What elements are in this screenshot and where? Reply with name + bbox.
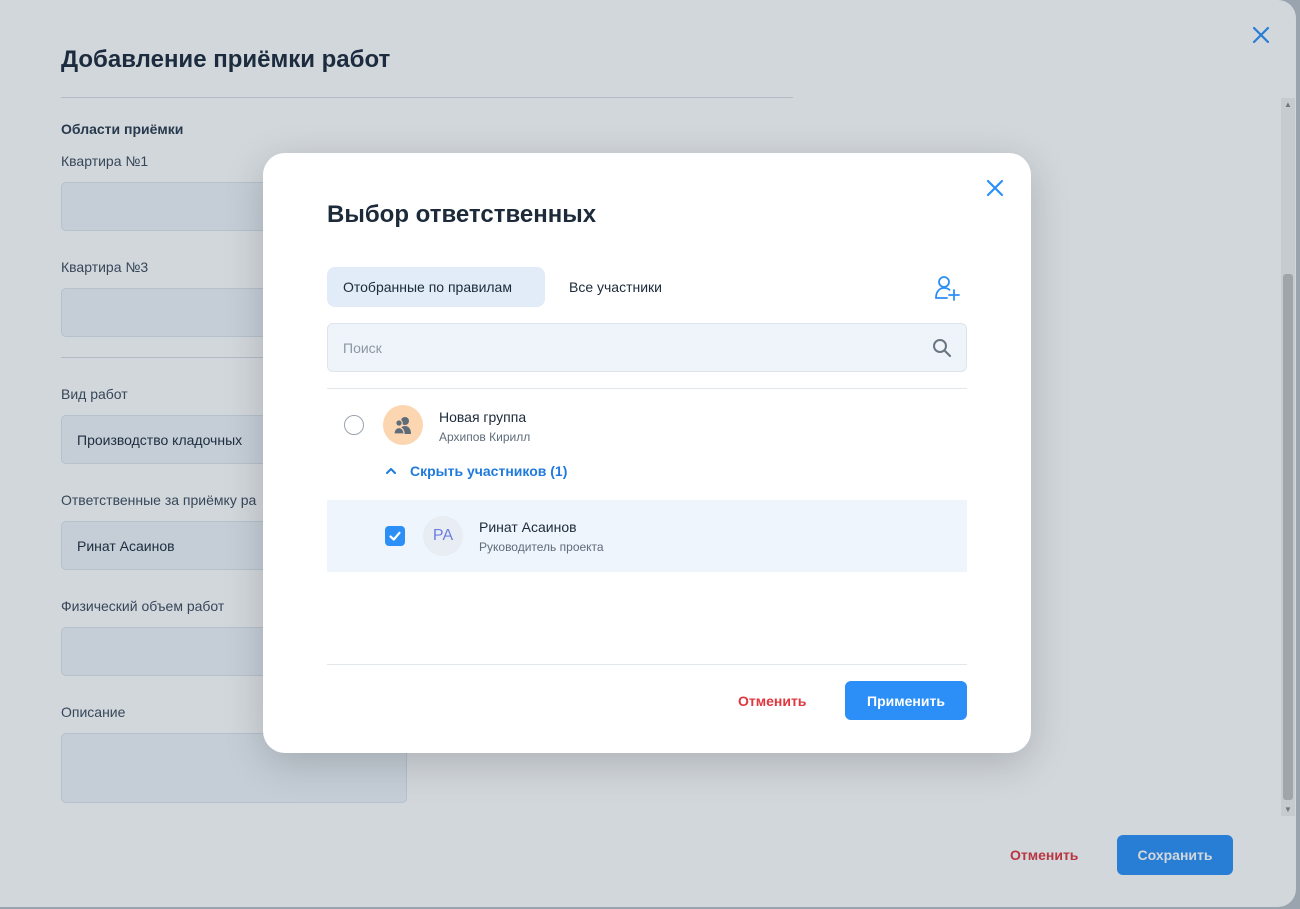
modal-cancel-button[interactable]: Отменить	[738, 693, 806, 709]
group-radio[interactable]	[344, 415, 364, 435]
group-avatar	[383, 405, 423, 445]
select-responsible-modal: Выбор ответственных Отобранные по правил…	[263, 153, 1031, 753]
search-input[interactable]	[328, 324, 908, 371]
search-box	[327, 323, 967, 372]
member-checkbox[interactable]	[385, 526, 405, 546]
group-icon	[393, 417, 411, 435]
add-user-icon[interactable]	[933, 274, 961, 302]
tab-rules[interactable]: Отобранные по правилам	[327, 267, 545, 307]
hide-members-toggle[interactable]: Скрыть участников (1)	[384, 463, 567, 479]
chevron-up-icon	[386, 468, 396, 474]
apply-button[interactable]: Применить	[845, 681, 967, 720]
member-role: Руководитель проекта	[479, 540, 604, 554]
hide-members-label: Скрыть участников (1)	[410, 463, 568, 479]
group-subtitle: Архипов Кирилл	[439, 430, 531, 444]
list-divider	[327, 388, 967, 389]
group-item[interactable]: Новая группа Архипов Кирилл	[327, 403, 967, 447]
checkmark-icon	[389, 531, 401, 541]
list-item[interactable]: РА Ринат Асаинов Руководитель проекта	[327, 500, 967, 572]
tab-all-participants[interactable]: Все участники	[553, 267, 678, 307]
member-name: Ринат Асаинов	[479, 519, 577, 535]
modal-title: Выбор ответственных	[327, 201, 597, 228]
footer-divider	[327, 664, 967, 665]
avatar: РА	[423, 516, 463, 556]
group-name: Новая группа	[439, 409, 527, 425]
search-icon[interactable]	[932, 338, 952, 358]
close-icon[interactable]	[984, 177, 1006, 199]
